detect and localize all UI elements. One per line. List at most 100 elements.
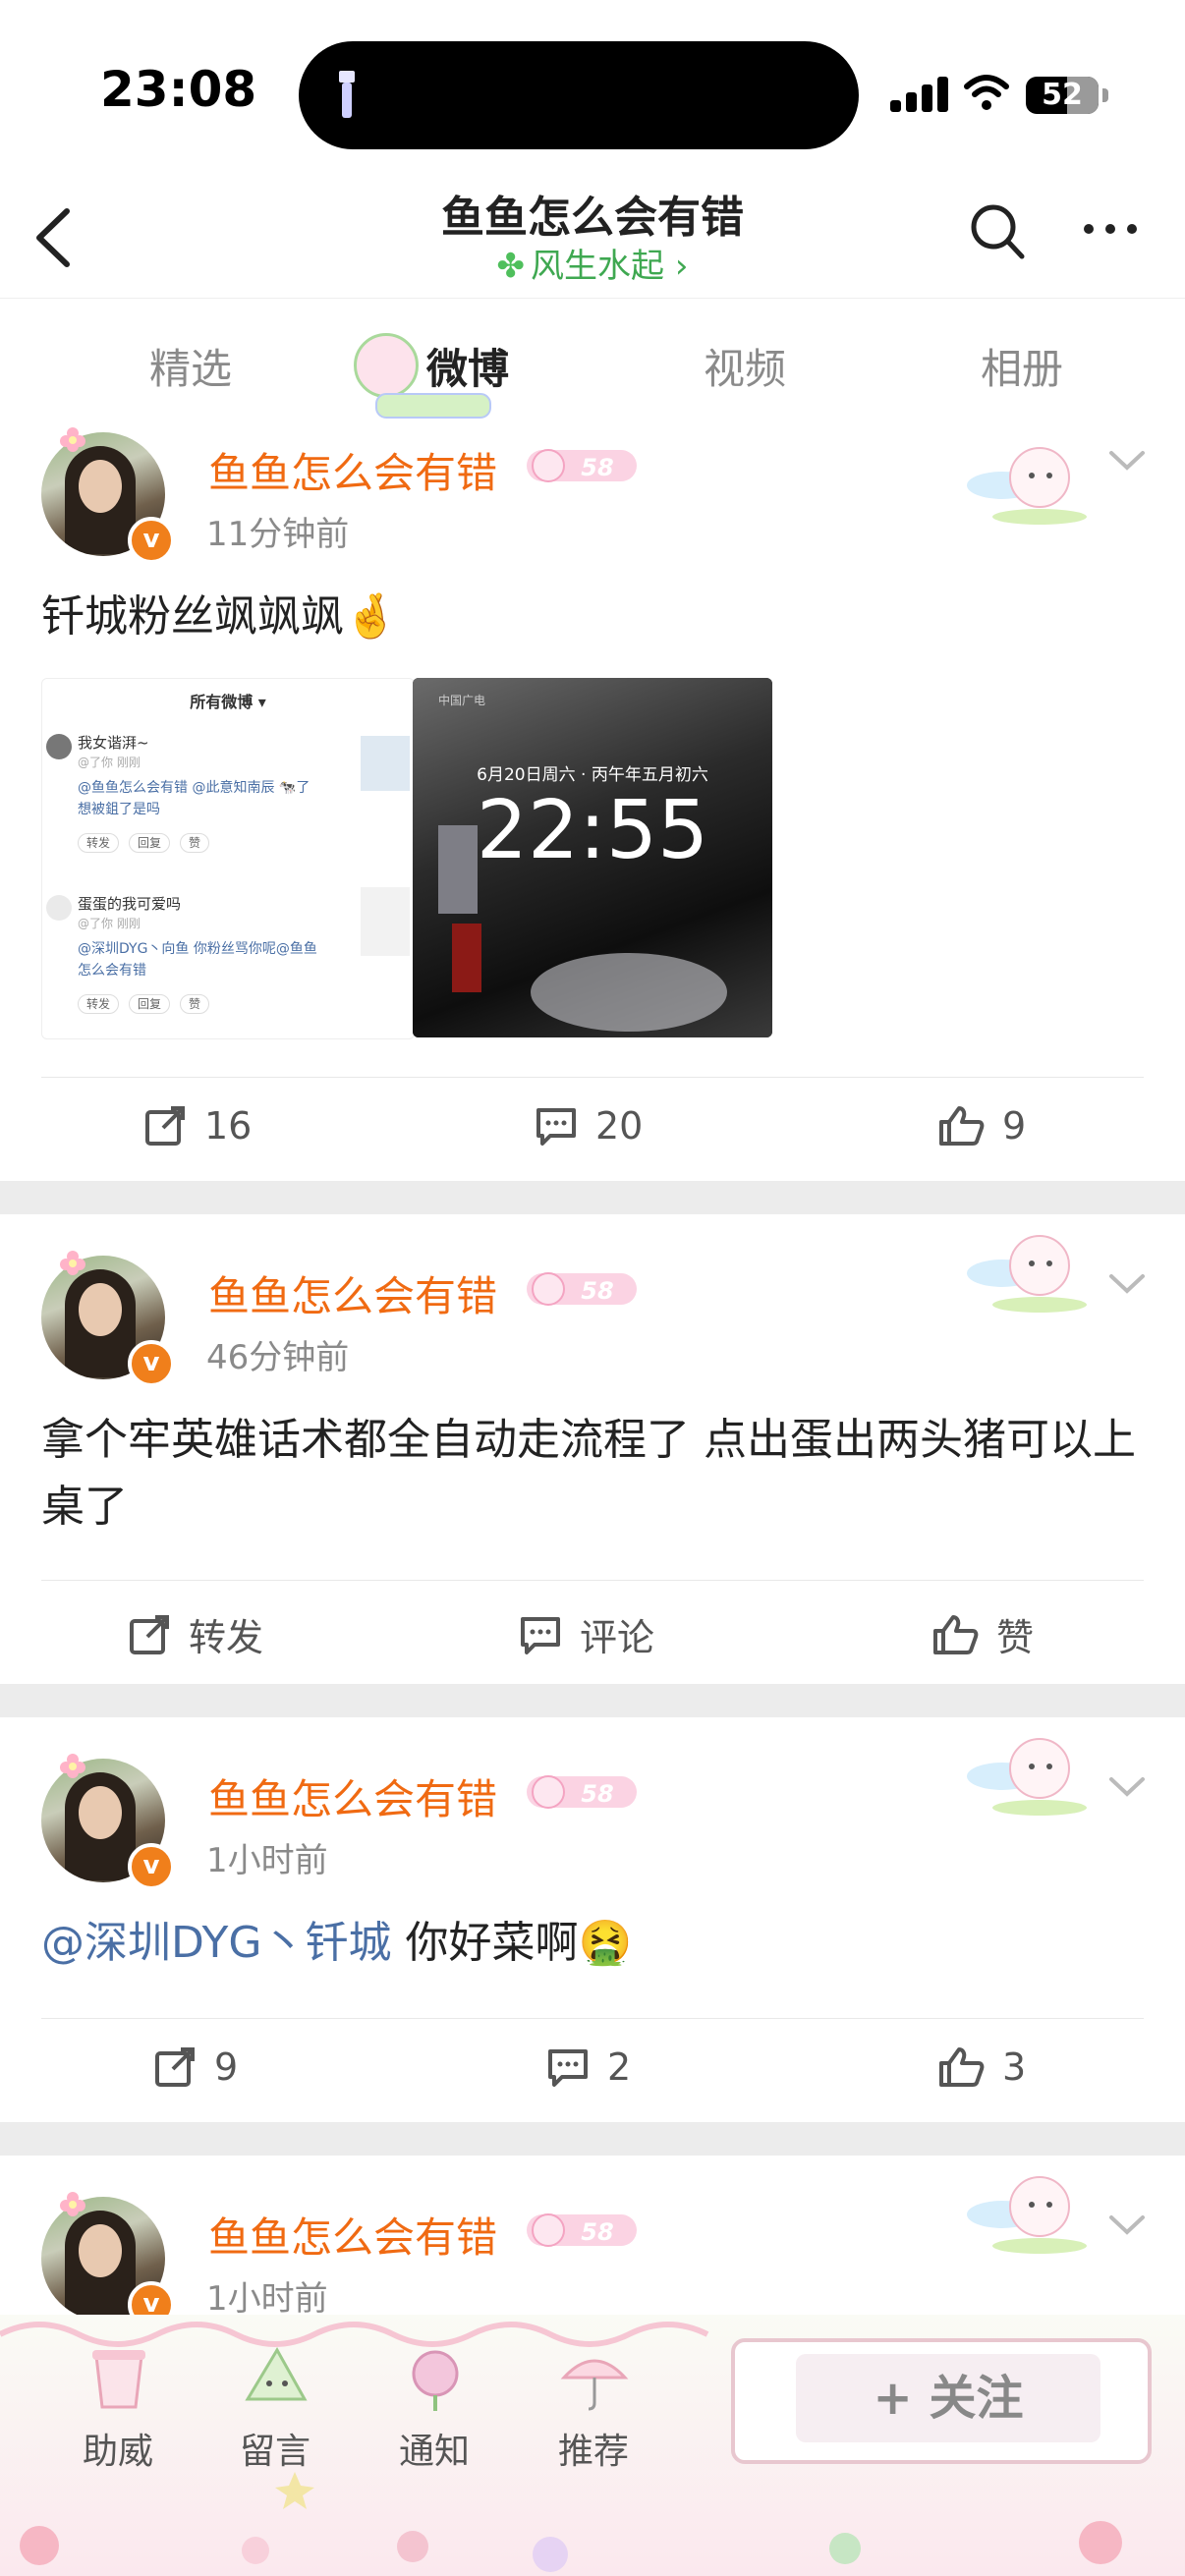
comment-icon [536,1108,576,1146]
cat-decoration-icon [967,1235,1087,1313]
like-count: 9 [1002,1104,1027,1148]
comment-button[interactable]: 20 [535,1104,643,1148]
post-image-1[interactable]: 所有微博 ▾ 我女谐湃~ @了你 刚刚 @鱼鱼怎么会有错 @此意知南辰 🐄了想被… [41,678,415,1039]
like-button[interactable]: 赞 [931,1607,1034,1661]
screenshot-item: 我女谐湃~ @了你 刚刚 @鱼鱼怎么会有错 @此意知南辰 🐄了想被鉏了是吗 转发… [42,726,414,873]
bottom-label: 通知 [398,2432,470,2472]
repost-icon [145,1106,185,1146]
comment-icon [521,1616,560,1654]
subtitle-text: 风生水起 [531,247,665,286]
level-text: 58 [581,1780,613,1808]
post-time: 11分钟前 [206,515,350,554]
repost-label: 转发 [189,1616,264,1659]
bottom-bar: 助威 留言 通知 推荐 + 关注 [0,2315,1185,2576]
post-author[interactable]: 鱼鱼怎么会有错 [208,1766,497,1826]
mention-link[interactable]: @深圳DYG丶钎城 [41,1918,391,1968]
like-label: 赞 [996,1616,1035,1659]
post-time: 1小时前 [206,2279,328,2319]
bottom-label: 留言 [239,2432,310,2472]
cat-decoration-icon [967,2176,1087,2254]
repost-count: 16 [204,1104,253,1148]
tab-videos[interactable]: 视频 [704,336,786,396]
post-image-2[interactable]: 中国广电 6月20日周六 · 丙午年五月初六 22:55 [413,678,772,1037]
lockscreen-carrier: 中国广电 [438,694,486,707]
post-author[interactable]: 鱼鱼怎么会有错 [208,2205,497,2265]
level-badge-icon: 58 [527,449,637,482]
post-card[interactable]: v 鱼鱼怎么会有错 58 46分钟前 拿个牢英雄话术都全自动走流程了 点出蛋出两… [0,1214,1185,1684]
verified-badge-icon: v [128,1843,175,1890]
tab-weibo[interactable]: 微博 [426,336,509,396]
bottom-label: 推荐 [557,2432,629,2472]
level-text: 58 [581,454,613,481]
follow-label: + 关注 [796,2354,1100,2442]
chevron-down-icon[interactable] [1108,1273,1146,1295]
status-time: 23:08 [100,61,257,118]
post-text: 钎城粉丝飒飒飒🤞 [41,591,398,642]
like-icon [939,2047,985,2087]
post-author[interactable]: 鱼鱼怎么会有错 [208,440,497,500]
divider [41,1077,1144,1078]
bottom-label: 助威 [82,2432,153,2472]
chevron-down-icon[interactable] [1108,1776,1146,1798]
repost-button[interactable]: 转发 [128,1607,263,1661]
flashlight-icon [339,71,355,118]
post-time: 46分钟前 [206,1338,350,1377]
dynamic-island [299,41,859,149]
screenshot-item: 蛋蛋的我可爱吗 @了你 刚刚 @深圳DYG丶向鱼 你粉丝骂你呢@鱼鱼怎么会有错 … [42,887,414,1035]
tab-albums[interactable]: 相册 [981,336,1063,396]
like-icon [939,1106,985,1146]
post-card[interactable]: v 鱼鱼怎么会有错 58 1小时前 @深圳DYG丶钎城 你好菜啊🤮 9 2 3 [0,1717,1185,2122]
battery-icon: 52 [1026,77,1108,114]
cat-decoration-icon [967,1738,1087,1816]
divider [41,2018,1144,2019]
comment-button[interactable]: 评论 [519,1607,654,1661]
chevron-right-icon: › [674,247,689,286]
verified-badge-icon: v [128,1340,175,1387]
post-text: @深圳DYG丶钎城 你好菜啊🤮 [41,1910,1150,1977]
more-icon[interactable] [1081,219,1140,239]
nav-bar: 鱼鱼怎么会有错 ✤ 风生水起 › [0,182,1185,298]
active-tab-indicator [375,393,491,419]
repost-icon [130,1614,169,1654]
post-text: 拿个牢英雄话术都全自动走流程了 点出蛋出两头猪可以上桌了 [41,1415,1136,1532]
level-text: 58 [581,2218,613,2246]
verified-badge-icon: v [128,517,175,564]
post-card[interactable]: v 鱼鱼怎么会有错 58 11分钟前 钎城粉丝飒飒飒🤞 所有微博 ▾ 我女谐湃~… [0,426,1185,1181]
tab-featured[interactable]: 精选 [149,336,232,396]
chevron-down-icon[interactable] [1108,2214,1146,2236]
post-text-body: 你好菜啊🤮 [391,1918,633,1968]
lockscreen-clock: 22:55 [476,784,709,877]
comment-count: 20 [595,1104,644,1148]
comment-button[interactable]: 2 [546,2045,631,2089]
divider [41,1580,1144,1581]
comment-icon [548,2049,588,2087]
screenshot-header: 所有微博 ▾ [190,693,266,711]
rice-dumpling-icon [245,2347,308,2401]
chevron-down-icon[interactable] [1108,450,1146,472]
status-bar: 23:08 52 [0,0,1185,182]
follow-button[interactable]: + 关注 [731,2338,1152,2464]
flower-decoration-icon [60,2192,85,2216]
like-button[interactable]: 3 [937,2045,1026,2089]
clover-icon: ✤ [496,247,526,286]
cat-decoration-icon [967,447,1087,525]
flower-decoration-icon [60,1251,85,1275]
comment-label: 评论 [580,1616,655,1659]
comment-count: 2 [607,2045,632,2089]
cup-icon [92,2350,145,2409]
level-badge-icon: 58 [527,1775,637,1809]
weibo-tab-icon [354,333,419,398]
flower-decoration-icon [60,427,85,452]
search-icon[interactable] [968,201,1027,262]
flower-decoration-icon [60,1754,85,1778]
repost-icon [155,2047,195,2087]
post-author[interactable]: 鱼鱼怎么会有错 [208,1263,497,1323]
umbrella-icon [560,2359,629,2411]
profile-tabs: 精选 微博 视频 相册 [0,298,1185,426]
post-time: 1小时前 [206,1841,328,1880]
like-button[interactable]: 9 [937,1104,1026,1148]
repost-button[interactable]: 16 [143,1104,252,1148]
battery-level: 52 [1042,78,1083,112]
level-badge-icon: 58 [527,1272,637,1306]
repost-button[interactable]: 9 [153,2045,238,2089]
